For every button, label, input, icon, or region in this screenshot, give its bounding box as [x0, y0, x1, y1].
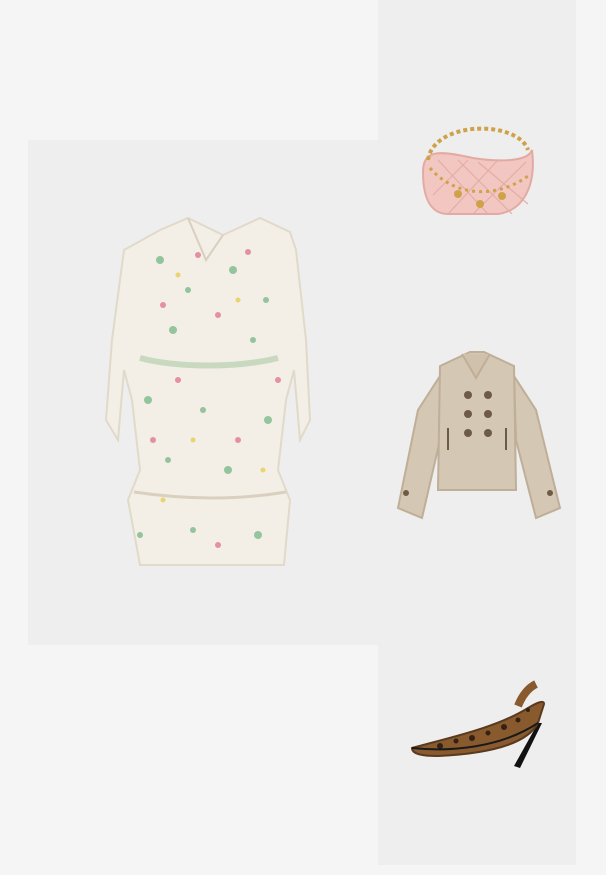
product-card-shoe[interactable] [378, 578, 576, 865]
product-card-dress[interactable] [28, 140, 378, 645]
floral-dress-icon [104, 216, 312, 566]
trench-jacket-icon [396, 351, 562, 520]
product-card-bag[interactable] [378, 0, 576, 290]
quilted-shoulder-bag-icon [421, 126, 534, 215]
product-card-jacket[interactable] [378, 290, 576, 578]
leopard-slingback-pump-icon [410, 680, 546, 768]
